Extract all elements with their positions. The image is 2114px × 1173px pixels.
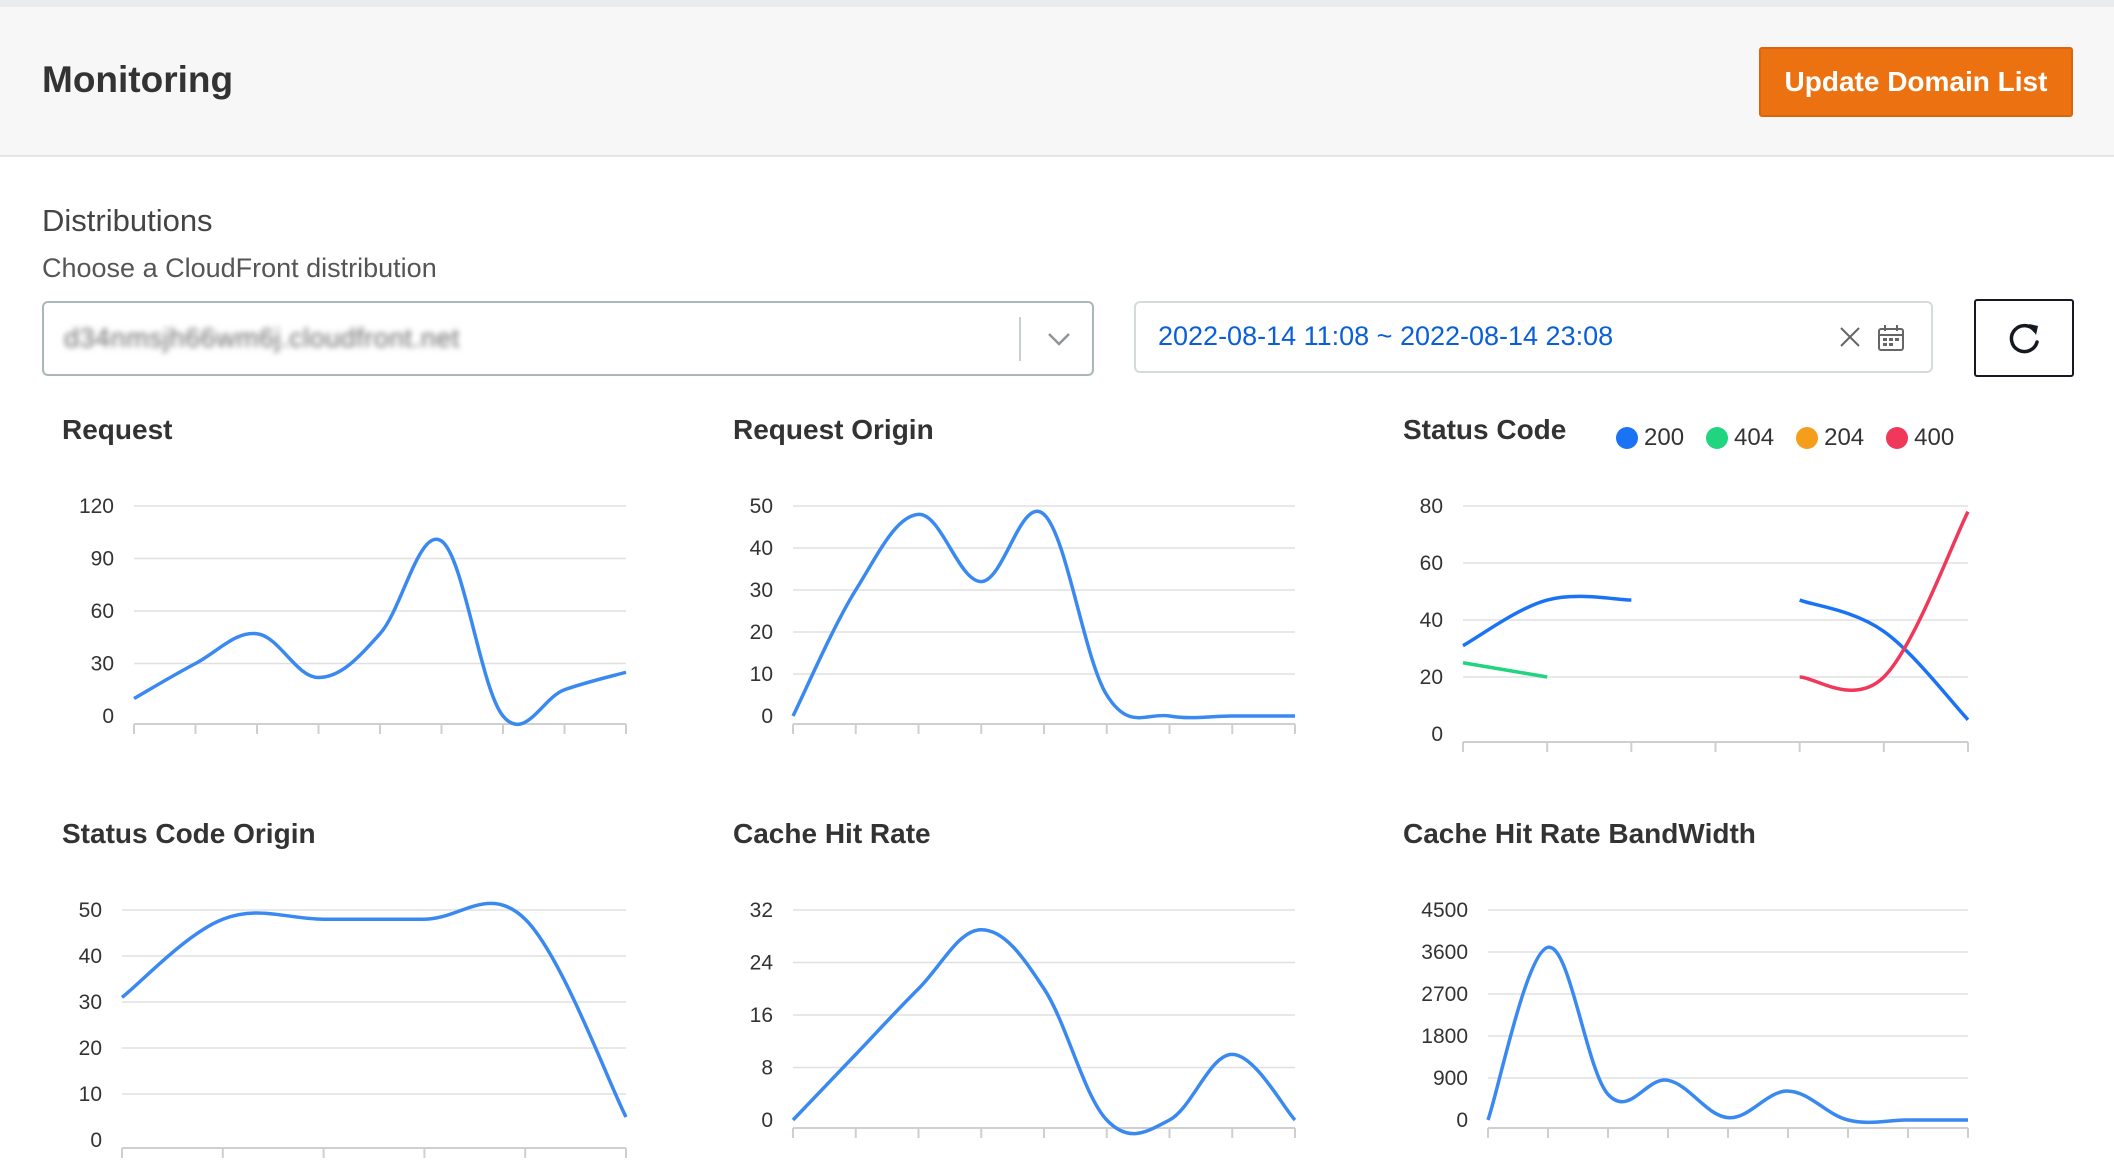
series-line <box>1462 661 1548 679</box>
y-tick-label: 0 <box>1431 723 1443 746</box>
status-code-origin-chart: Status Code Origin 0 10 20 30 40 50 <box>42 818 682 1158</box>
cache-hit-rate-bandwidth-chart: Cache Hit Rate BandWidth 0 900 1800 2700 360… <box>1383 818 2023 1158</box>
series-line <box>1462 594 1632 648</box>
series-line <box>1799 510 1970 692</box>
y-tick-label: 16 <box>750 1004 773 1027</box>
refresh-button[interactable] <box>1974 299 2074 377</box>
y-tick-label: 4500 <box>1421 899 1468 922</box>
select-divider <box>1019 317 1021 361</box>
y-tick-label: 20 <box>1420 666 1443 689</box>
page-title: Monitoring <box>42 59 234 100</box>
y-tick-label: 10 <box>79 1083 102 1106</box>
y-tick-label: 24 <box>750 952 774 975</box>
close-icon[interactable] <box>1836 323 1864 351</box>
y-tick-label: 10 <box>750 663 773 686</box>
request-origin-chart: Request Origin 0 10 20 30 40 50 <box>713 414 1353 754</box>
y-tick-label: 60 <box>91 600 114 623</box>
y-tick-label: 50 <box>750 495 773 518</box>
series-line <box>791 927 1297 1136</box>
chart-plot: 0 10 20 30 40 50 <box>79 899 628 1158</box>
y-tick-label: 8 <box>761 1057 773 1080</box>
chart-plot: 0 10 20 30 40 50 <box>750 495 1296 734</box>
date-range-value: 2022-08-14 11:08 ~ 2022-08-14 23:08 <box>1158 321 1614 351</box>
y-tick-label: 20 <box>750 621 773 644</box>
top-strip <box>0 0 2114 7</box>
distributions-description: Choose a CloudFront distribution <box>42 253 437 283</box>
y-tick-label: 900 <box>1433 1067 1468 1090</box>
y-tick-label: 60 <box>1420 552 1443 575</box>
chart-plot: 0 900 1800 2700 3600 4500 <box>1421 899 1969 1138</box>
chevron-down-icon[interactable] <box>1039 317 1079 361</box>
y-tick-label: 0 <box>1456 1109 1468 1132</box>
calendar-icon[interactable] <box>1876 323 1906 353</box>
date-range-picker[interactable]: 2022-08-14 11:08 ~ 2022-08-14 23:08 <box>1134 301 1933 373</box>
y-tick-label: 0 <box>761 705 773 728</box>
y-tick-label: 40 <box>750 537 773 560</box>
y-tick-label: 1800 <box>1421 1025 1468 1048</box>
y-tick-label: 30 <box>750 579 773 602</box>
cache-hit-rate-chart: Cache Hit Rate 0 8 16 24 32 <box>713 818 1353 1158</box>
distribution-select[interactable]: d34nmsjh66wm6j.cloudfront.net <box>42 301 1094 376</box>
y-tick-label: 90 <box>91 548 114 571</box>
y-tick-label: 3600 <box>1421 941 1468 964</box>
y-tick-label: 0 <box>90 1129 102 1152</box>
series-line <box>1799 598 1970 721</box>
y-tick-label: 0 <box>102 705 114 728</box>
y-tick-label: 50 <box>79 899 102 922</box>
status-code-chart: Status Code 0 20 40 60 80 <box>1383 414 2023 754</box>
chart-plot: 0 8 16 24 32 <box>750 899 1297 1138</box>
y-tick-label: 2700 <box>1421 983 1468 1006</box>
update-domain-list-button[interactable]: Update Domain List <box>1759 47 2073 117</box>
series-line <box>1486 945 1968 1125</box>
refresh-icon <box>2009 323 2039 354</box>
y-tick-label: 0 <box>761 1109 773 1132</box>
y-tick-label: 32 <box>750 899 773 922</box>
page-header: Monitoring Update Domain List <box>0 7 2114 157</box>
y-tick-label: 40 <box>79 945 102 968</box>
distribution-select-value: d34nmsjh66wm6j.cloudfront.net <box>64 323 460 353</box>
series-line <box>791 509 1295 720</box>
series-line <box>120 901 628 1118</box>
series-line <box>133 537 627 726</box>
distributions-title: Distributions <box>42 203 213 238</box>
chart-plot: 0 30 60 90 120 <box>79 495 627 734</box>
y-tick-label: 40 <box>1420 609 1443 632</box>
y-tick-label: 20 <box>79 1037 102 1060</box>
chart-plot: 0 20 40 60 80 <box>1420 495 1970 752</box>
y-tick-label: 80 <box>1420 495 1443 518</box>
y-tick-label: 30 <box>91 653 114 676</box>
y-tick-label: 120 <box>79 495 114 518</box>
y-tick-label: 30 <box>79 991 102 1014</box>
request-chart: Request 0 30 60 90 120 <box>42 414 682 754</box>
